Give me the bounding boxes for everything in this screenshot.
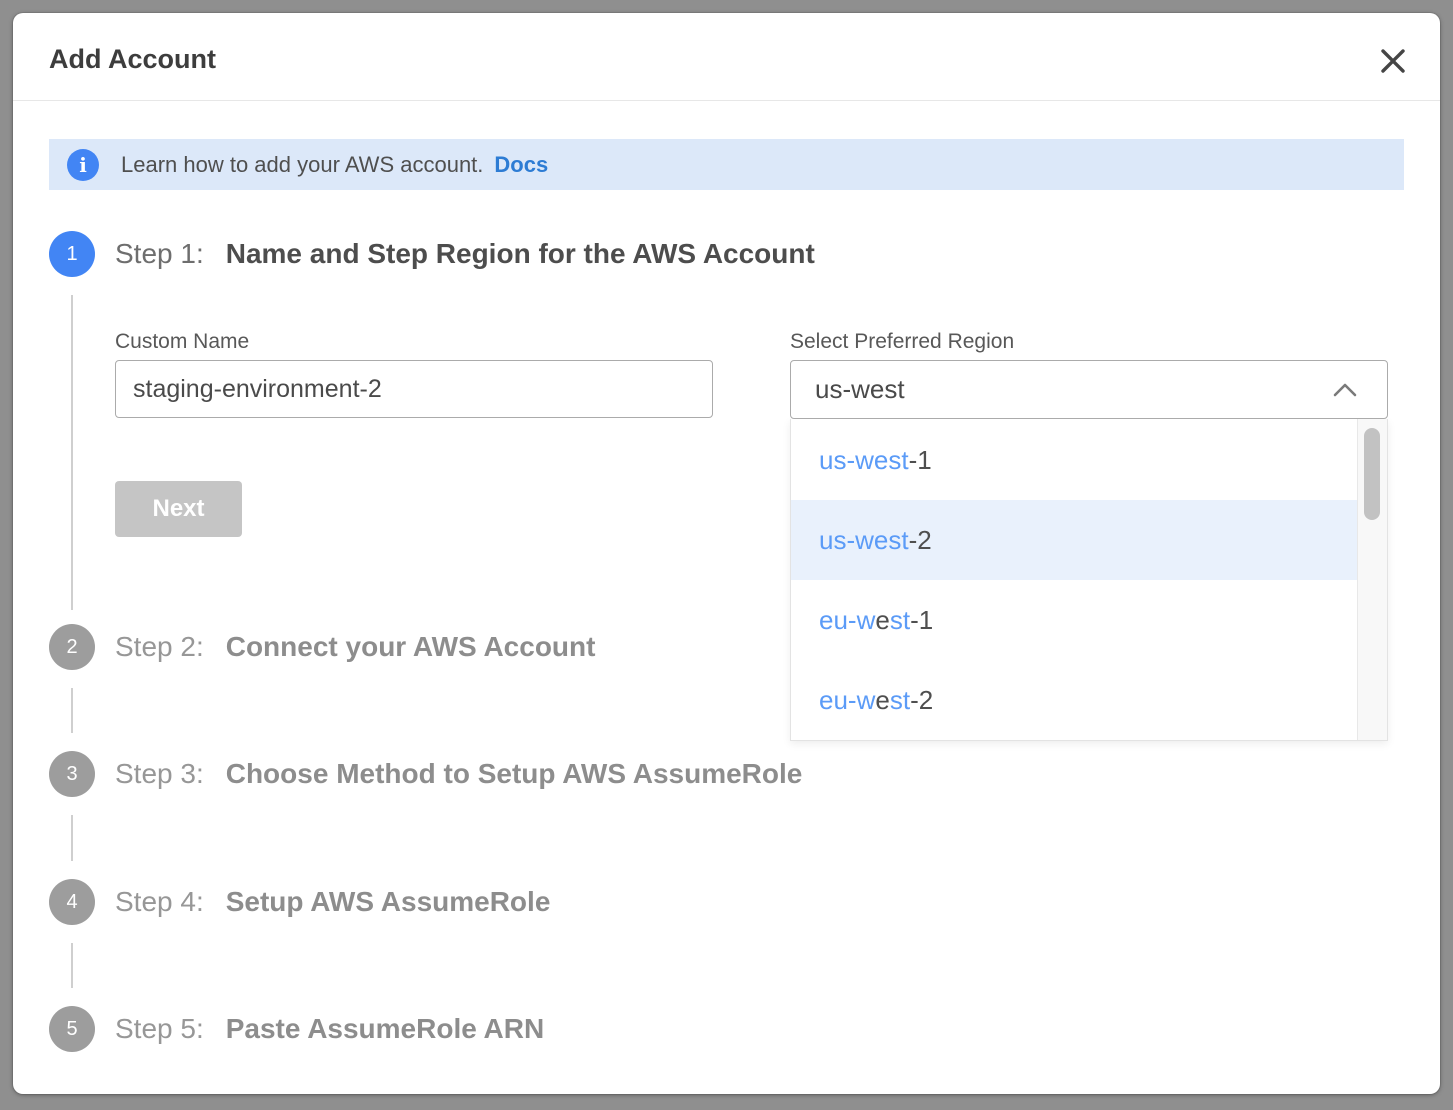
dropdown-scrollbar-track[interactable] <box>1357 419 1387 740</box>
modal-title: Add Account <box>49 44 216 75</box>
header-divider <box>13 100 1440 101</box>
option-match-text: us-west <box>819 525 909 555</box>
step-1-header[interactable]: Step 1: Name and Step Region for the AWS… <box>115 231 815 277</box>
step-2-prefix: Step 2: <box>115 631 204 663</box>
option-plain-text: e <box>875 685 889 715</box>
option-plain-text: -1 <box>910 605 933 635</box>
option-match-text: st <box>890 685 910 715</box>
step-connector <box>71 688 73 733</box>
region-dropdown: us-west-1 us-west-2 eu-west-1 eu-west-2 <box>790 419 1388 741</box>
step-4-title: Setup AWS AssumeRole <box>226 886 551 918</box>
custom-name-input[interactable] <box>115 360 713 418</box>
step-3-prefix: Step 3: <box>115 758 204 790</box>
step-3-title: Choose Method to Setup AWS AssumeRole <box>226 758 803 790</box>
custom-name-label: Custom Name <box>115 330 249 354</box>
step-3-indicator: 3 <box>49 751 95 797</box>
region-option-eu-west-2[interactable]: eu-west-2 <box>791 660 1357 740</box>
step-1-indicator: 1 <box>49 231 95 277</box>
step-4-header[interactable]: Step 4: Setup AWS AssumeRole <box>115 879 550 925</box>
region-select[interactable]: us-west <box>790 360 1388 419</box>
chevron-up-icon <box>1333 383 1357 397</box>
info-icon: i <box>67 149 99 181</box>
banner-text: Learn how to add your AWS account. <box>121 152 483 178</box>
step-4-prefix: Step 4: <box>115 886 204 918</box>
step-1-prefix: Step 1: <box>115 238 204 270</box>
step-5-title: Paste AssumeRole ARN <box>226 1013 544 1045</box>
region-option-us-west-2[interactable]: us-west-2 <box>791 500 1357 580</box>
region-select-value: us-west <box>815 374 1333 405</box>
region-label: Select Preferred Region <box>790 330 1014 354</box>
step-3-header[interactable]: Step 3: Choose Method to Setup AWS Assum… <box>115 751 802 797</box>
option-plain-text: -1 <box>909 445 932 475</box>
step-2-title: Connect your AWS Account <box>226 631 596 663</box>
step-1-title: Name and Step Region for the AWS Account <box>226 238 815 270</box>
region-option-list: us-west-1 us-west-2 eu-west-1 eu-west-2 <box>791 420 1357 740</box>
option-plain-text: e <box>875 605 889 635</box>
step-connector <box>71 295 73 610</box>
option-match-text: eu-w <box>819 685 875 715</box>
close-icon <box>1380 48 1406 74</box>
docs-link[interactable]: Docs <box>494 152 548 178</box>
region-option-us-west-1[interactable]: us-west-1 <box>791 420 1357 500</box>
next-button[interactable]: Next <box>115 481 242 537</box>
option-match-text: us-west <box>819 445 909 475</box>
option-plain-text: -2 <box>909 525 932 555</box>
option-match-text: eu-w <box>819 605 875 635</box>
close-button[interactable] <box>1376 44 1410 78</box>
add-account-modal: Add Account i Learn how to add your AWS … <box>13 13 1440 1094</box>
step-5-indicator: 5 <box>49 1006 95 1052</box>
step-4-indicator: 4 <box>49 879 95 925</box>
step-connector <box>71 943 73 988</box>
step-connector <box>71 815 73 861</box>
option-plain-text: -2 <box>910 685 933 715</box>
step-5-prefix: Step 5: <box>115 1013 204 1045</box>
step-5-header[interactable]: Step 5: Paste AssumeRole ARN <box>115 1006 544 1052</box>
option-match-text: st <box>890 605 910 635</box>
step-2-indicator: 2 <box>49 624 95 670</box>
region-option-eu-west-1[interactable]: eu-west-1 <box>791 580 1357 660</box>
step-2-header[interactable]: Step 2: Connect your AWS Account <box>115 624 595 670</box>
dropdown-scrollbar-thumb[interactable] <box>1364 428 1380 520</box>
info-banner: i Learn how to add your AWS account. Doc… <box>49 139 1404 190</box>
